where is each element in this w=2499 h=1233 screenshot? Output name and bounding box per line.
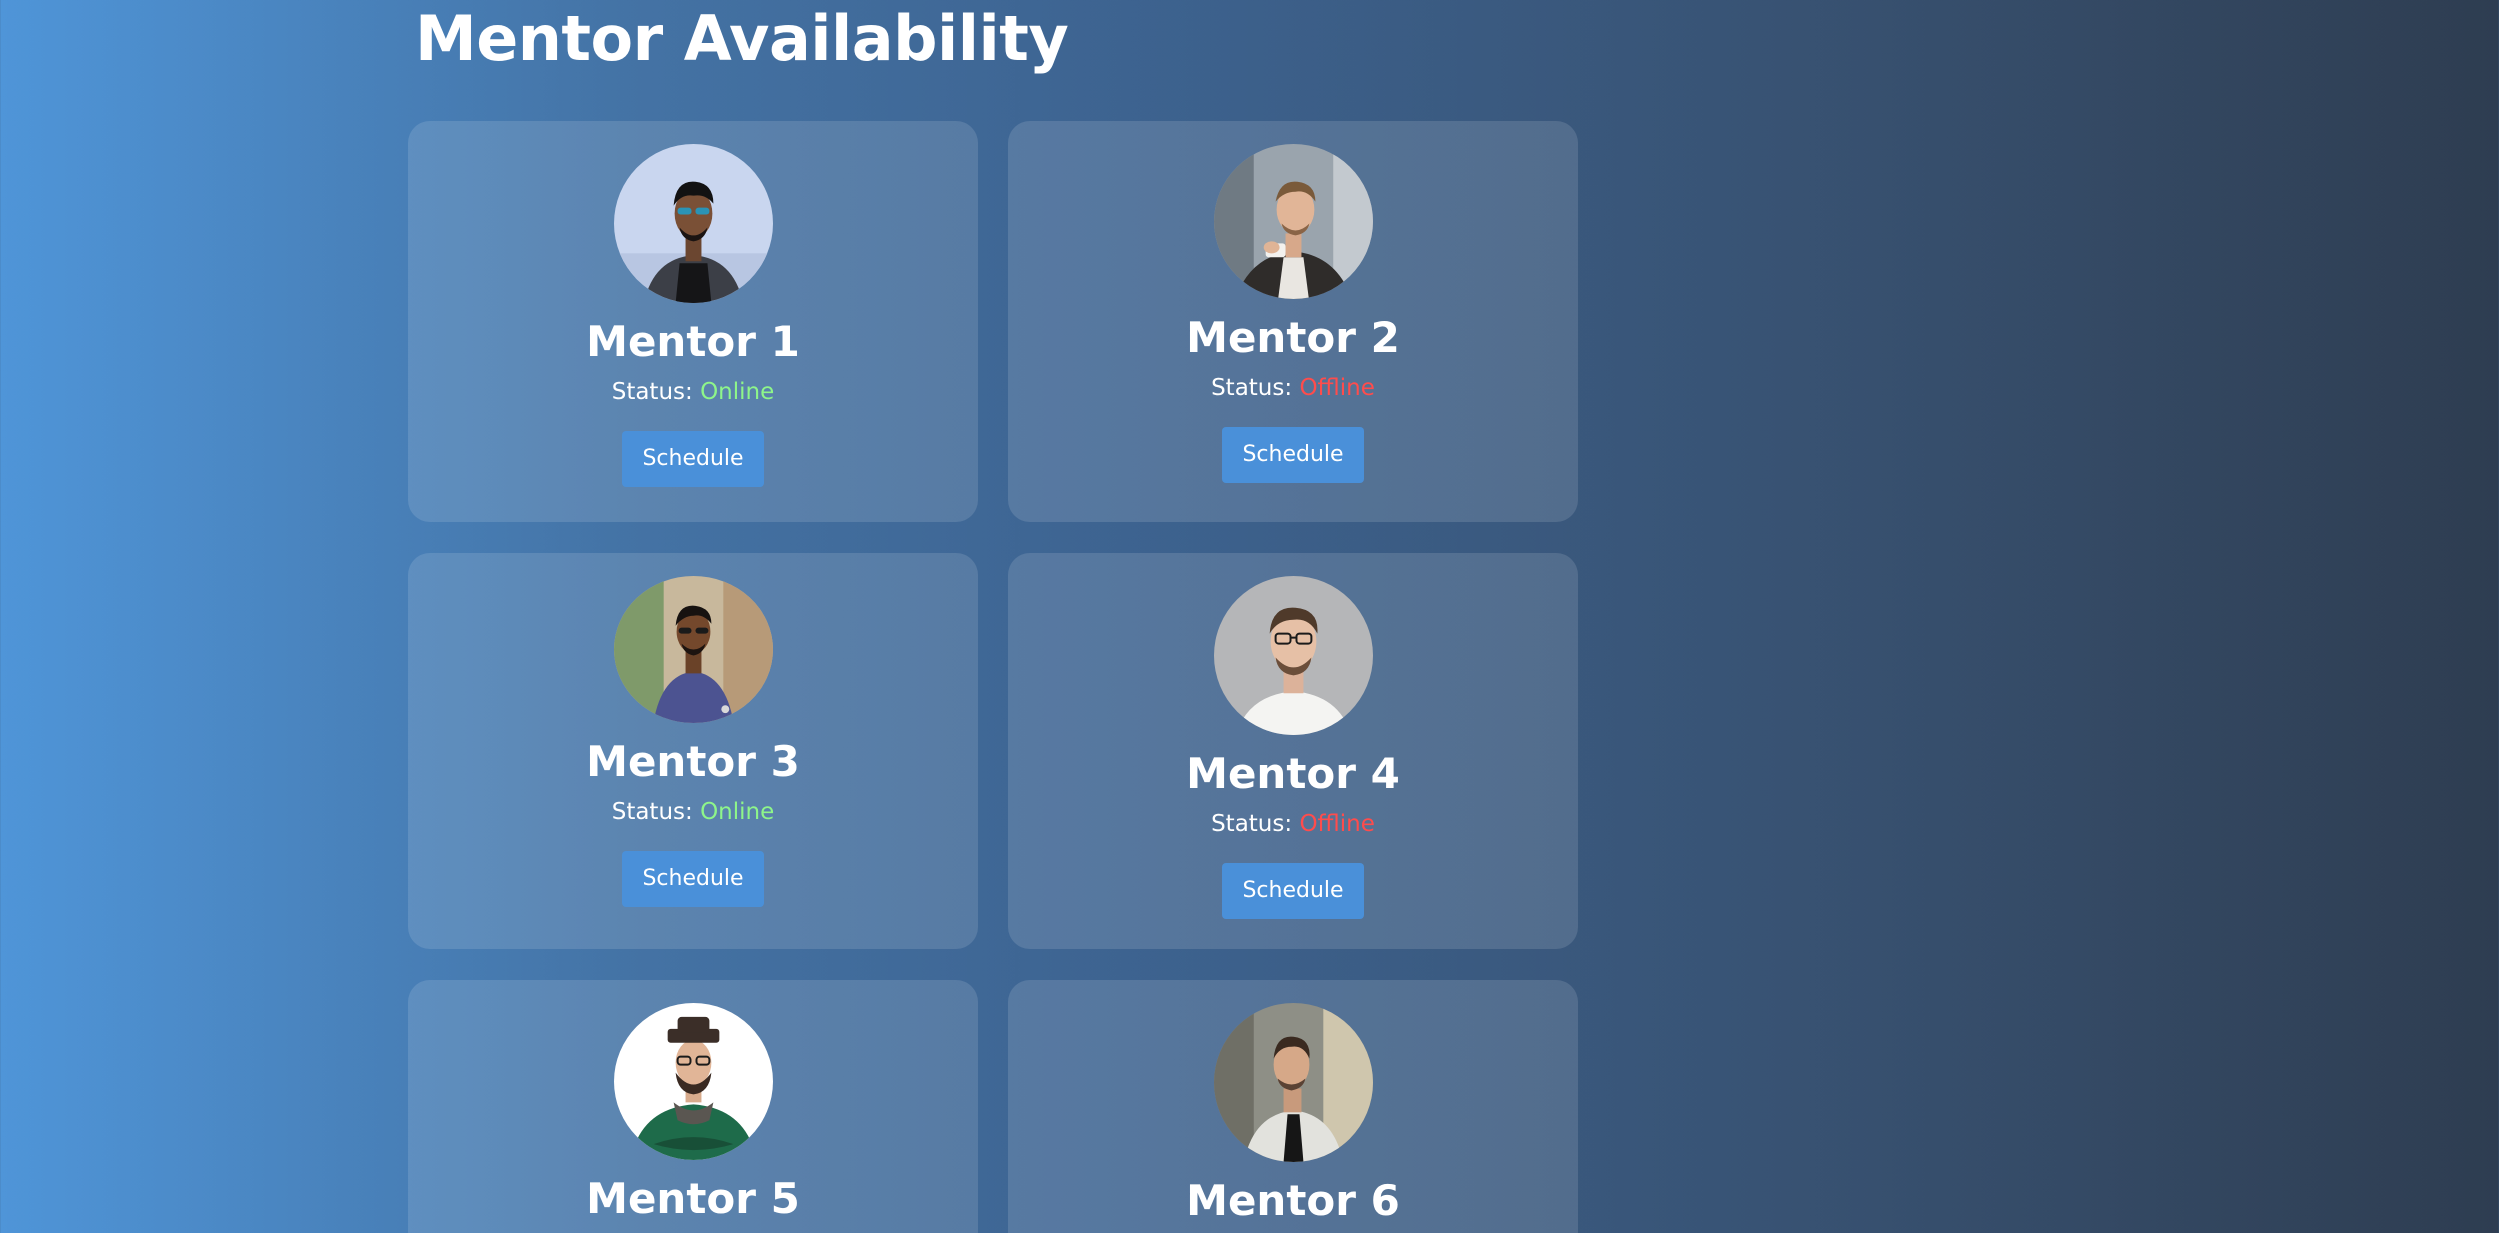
page-title: Mentor Availability <box>415 2 1069 75</box>
status-label: Status: <box>611 799 693 826</box>
status-label: Status: <box>611 379 693 406</box>
mentor-avatar <box>1213 576 1373 735</box>
status-value: Offline <box>1299 811 1375 838</box>
mentor-avatar <box>1213 144 1373 299</box>
mentor-card: Mentor 1 Status: Online Schedule <box>408 121 978 522</box>
mentor-name: Mentor 1 <box>586 317 800 366</box>
mentor-5-photo <box>613 1003 773 1160</box>
mentor-avatar <box>1213 1003 1373 1162</box>
mentor-grid: Mentor 1 Status: Online Schedule Mentor … <box>408 121 1578 1233</box>
mentor-name: Mentor 4 <box>1186 749 1400 798</box>
mentor-status: Status: Online <box>612 379 775 407</box>
mentor-card: Mentor 3 Status: Online Schedule <box>408 553 978 949</box>
mentor-name: Mentor 2 <box>1186 313 1400 362</box>
mentor-card: Mentor 6 <box>1008 980 1578 1233</box>
schedule-button[interactable]: Schedule <box>1222 426 1364 483</box>
status-value: Online <box>700 379 775 406</box>
status-value: Online <box>700 799 775 826</box>
mentor-name: Mentor 3 <box>586 737 800 786</box>
mentor-avatar <box>613 576 773 723</box>
mentor-avatar <box>613 144 773 303</box>
status-label: Status: <box>1211 375 1293 402</box>
mentor-status: Status: Offline <box>1211 375 1375 403</box>
mentor-avatar <box>613 1003 773 1160</box>
mentor-card: Mentor 4 Status: Offline Schedule <box>1008 553 1578 949</box>
schedule-button[interactable]: Schedule <box>1222 862 1364 919</box>
mentor-name: Mentor 5 <box>586 1174 800 1223</box>
status-label: Status: <box>1211 811 1293 838</box>
status-value: Offline <box>1299 375 1375 402</box>
schedule-button[interactable]: Schedule <box>622 850 764 907</box>
mentor-card: Mentor 5 <box>408 980 978 1233</box>
mentor-4-photo <box>1213 576 1373 735</box>
mentor-status: Status: Offline <box>1211 811 1375 839</box>
mentor-status: Status: Online <box>612 799 775 827</box>
schedule-button[interactable]: Schedule <box>622 430 764 487</box>
mentor-1-photo <box>613 144 773 303</box>
mentor-6-photo <box>1213 1003 1373 1162</box>
mentor-card: Mentor 2 Status: Offline Schedule <box>1008 121 1578 522</box>
mentor-name: Mentor 6 <box>1186 1176 1400 1225</box>
mentor-2-photo <box>1213 144 1373 299</box>
mentor-3-photo <box>613 576 773 723</box>
